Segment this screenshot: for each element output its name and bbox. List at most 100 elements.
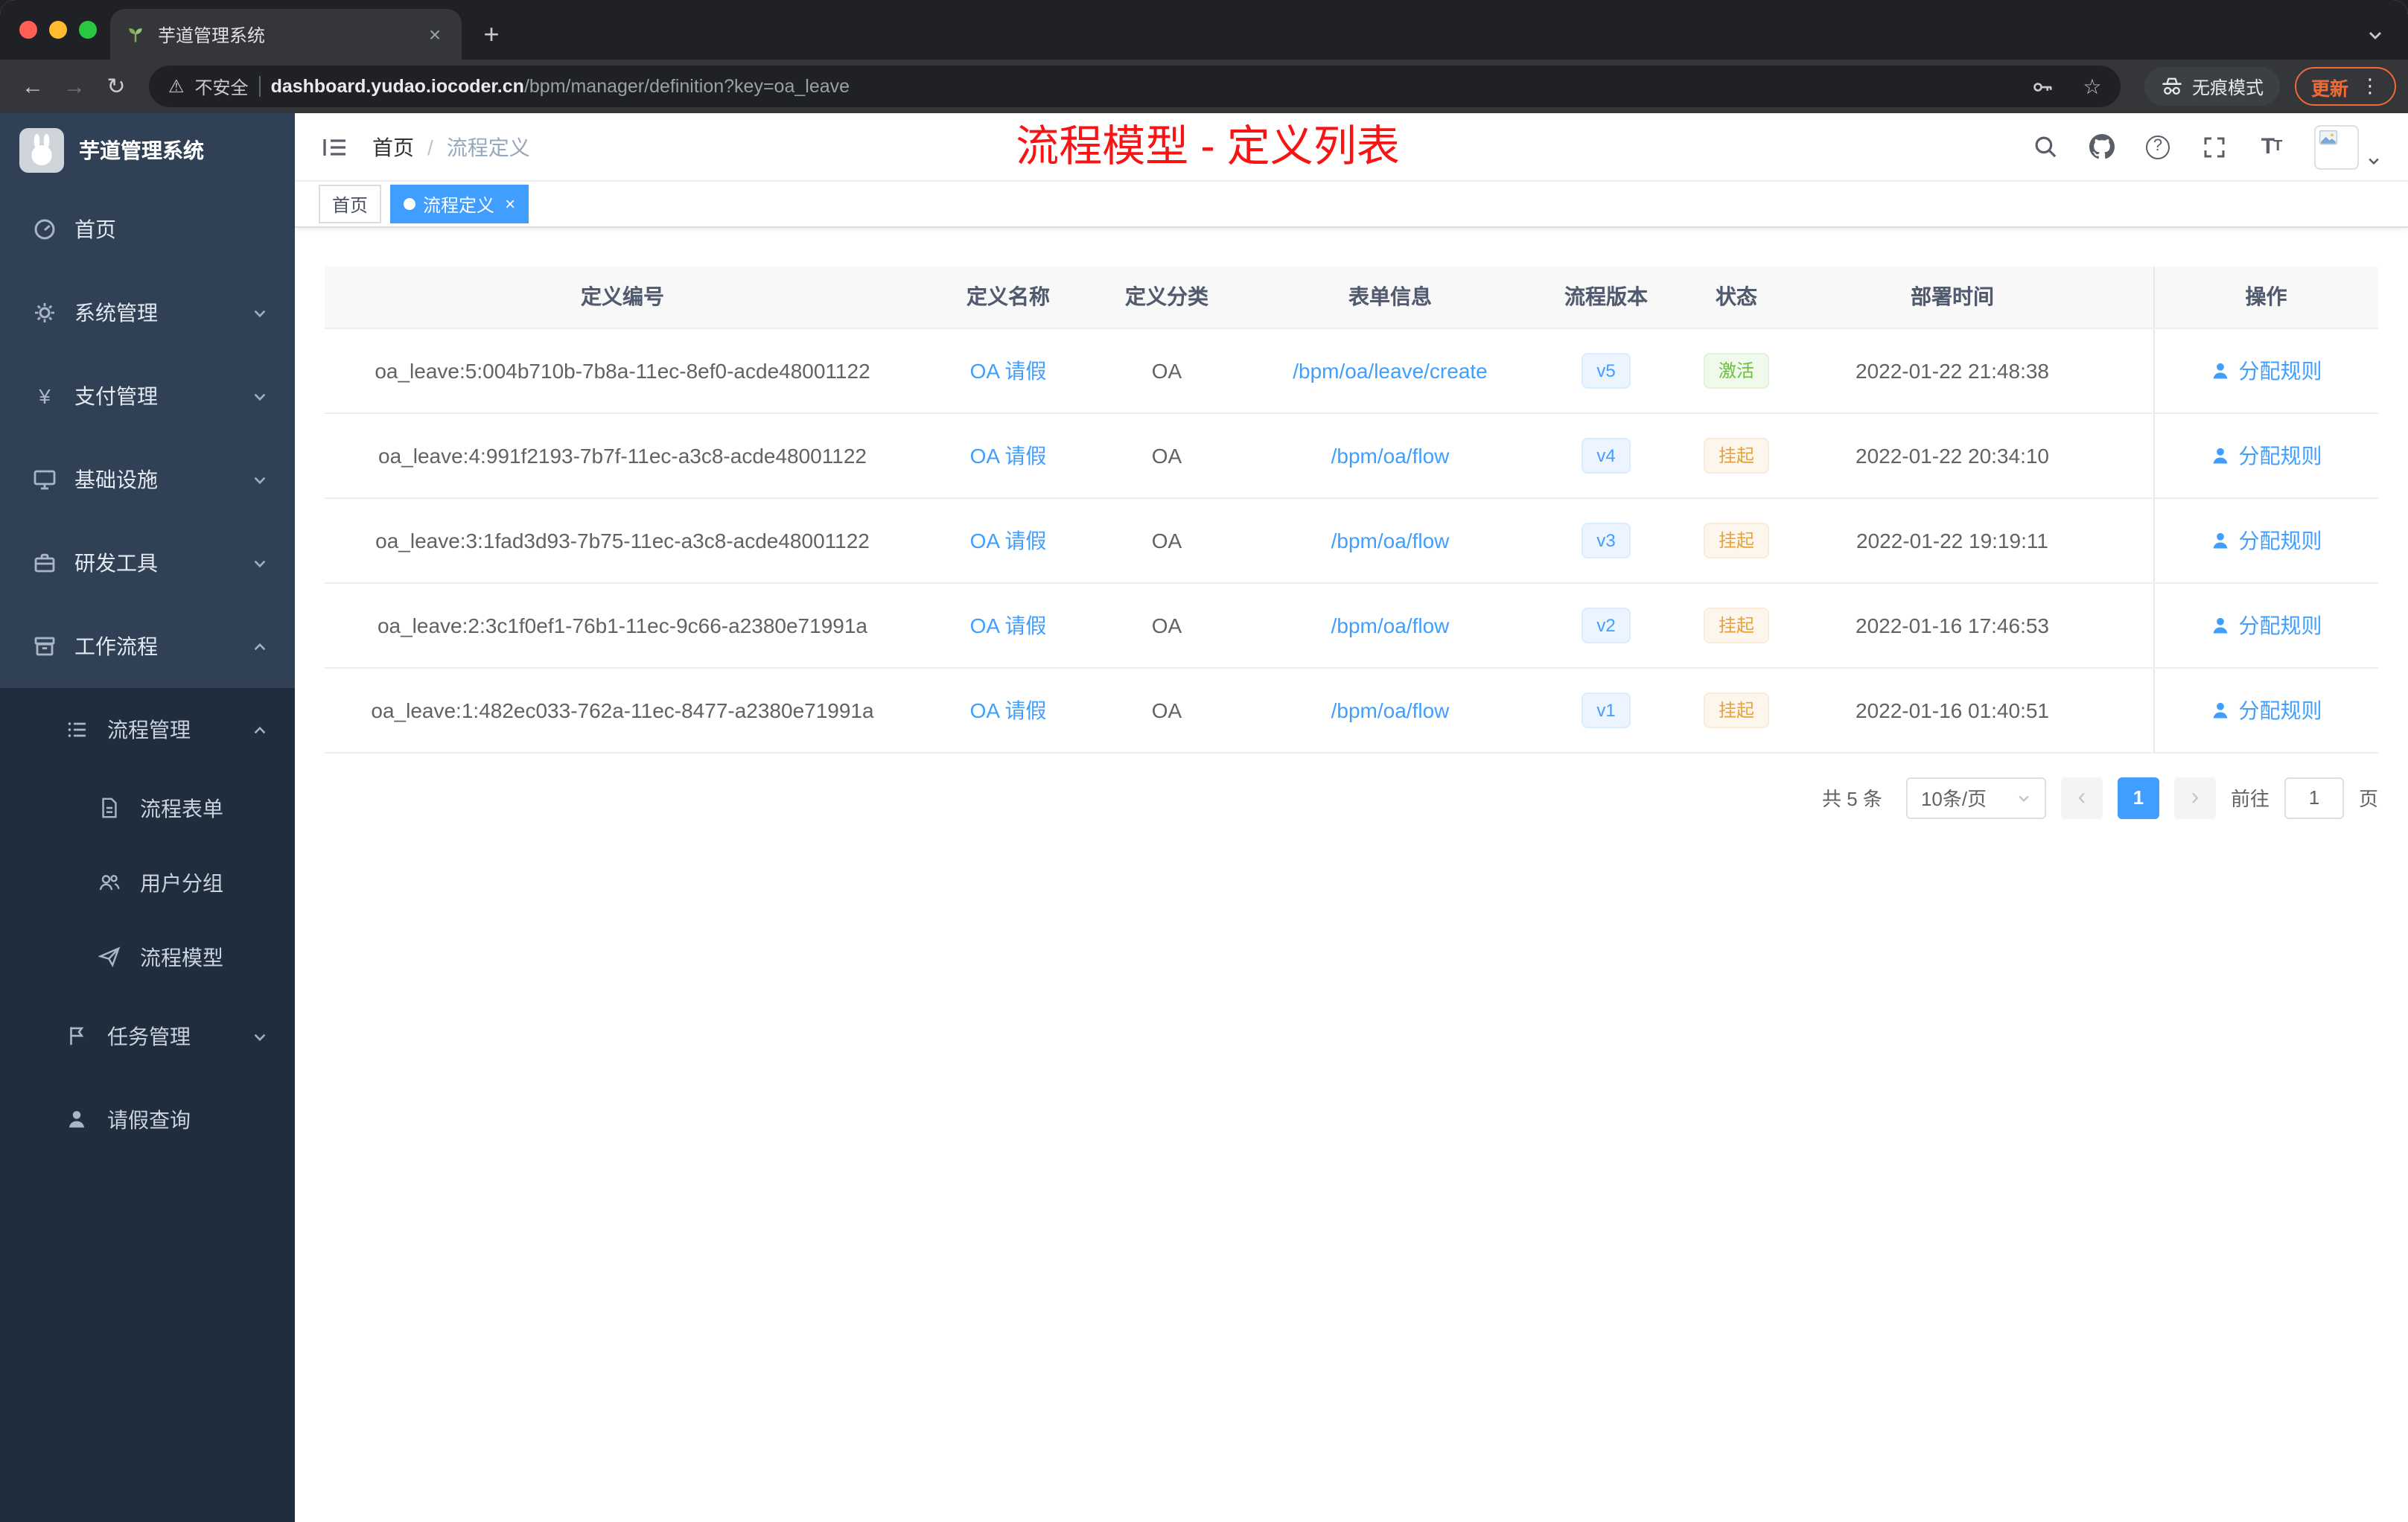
spacer-cell	[2101, 497, 2153, 583]
person-icon	[2211, 699, 2232, 720]
form-info-link[interactable]: /bpm/oa/flow	[1331, 613, 1450, 637]
breadcrumb-current: 流程定义	[446, 135, 530, 159]
update-label[interactable]: 更新	[2311, 72, 2348, 101]
back-button[interactable]: ←	[12, 66, 54, 107]
minimize-window-button[interactable]	[49, 21, 67, 39]
form-info-link[interactable]: /bpm/oa/flow	[1331, 443, 1450, 467]
goto-prefix: 前往	[2230, 788, 2270, 810]
next-page-button[interactable]: ›	[2173, 777, 2216, 818]
sidebar-item-leave-query[interactable]: 请假查询	[0, 1078, 295, 1162]
help-icon[interactable]: ?	[2144, 133, 2171, 160]
chevron-down-icon	[252, 388, 268, 404]
assign-rule-link[interactable]: 分配规则	[2211, 695, 2322, 725]
person-icon	[2211, 445, 2232, 465]
goto-page-input[interactable]	[2284, 777, 2344, 818]
browser-tab[interactable]: 芋道管理系统 ×	[110, 9, 462, 60]
tag-close-icon[interactable]: ×	[505, 194, 515, 214]
caret-down-icon	[2366, 153, 2381, 169]
form-info-link[interactable]: /bpm/oa/flow	[1331, 698, 1450, 722]
yen-icon: ¥	[39, 384, 51, 408]
reload-button[interactable]: ↻	[95, 66, 137, 107]
browser-update-button[interactable]: 更新 ⋮	[2294, 67, 2396, 106]
breadcrumb: 首页 / 流程定义	[372, 132, 530, 162]
monitor-icon	[33, 468, 57, 491]
tag-process-definition[interactable]: 流程定义 ×	[390, 185, 529, 223]
sidebar-item-task-management[interactable]: 任务管理	[0, 995, 295, 1078]
browser-menu-icon[interactable]: ⋮	[2360, 74, 2380, 98]
sidebar-item-workflow[interactable]: 工作流程	[0, 605, 295, 688]
prev-page-button[interactable]: ‹	[2060, 777, 2103, 818]
search-icon[interactable]	[2031, 133, 2058, 160]
omnibox-divider	[258, 76, 261, 97]
tag-home[interactable]: 首页	[319, 185, 382, 223]
table-header-row: 定义编号 定义名称 定义分类 表单信息 流程版本 状态 部署时间 操作	[325, 267, 2378, 328]
form-info-link[interactable]: /bpm/oa/flow	[1331, 528, 1450, 552]
definition-name-link[interactable]: OA 请假	[970, 613, 1047, 637]
definition-id: oa_leave:4:991f2193-7b7f-11ec-a3c8-acde4…	[325, 413, 920, 498]
font-size-icon[interactable]: TT	[2258, 133, 2284, 160]
table-row: oa_leave:2:3c1f0ef1-76b1-11ec-9c66-a2380…	[325, 582, 2378, 668]
assign-rule-link[interactable]: 分配规则	[2211, 610, 2322, 640]
site-favicon-icon	[125, 24, 146, 45]
form-info-link[interactable]: /bpm/oa/leave/create	[1293, 358, 1488, 382]
status-badge: 挂起	[1703, 437, 1769, 473]
security-label[interactable]: 不安全	[195, 74, 249, 99]
list-icon	[66, 718, 89, 742]
toolbox-icon	[33, 551, 57, 575]
zoom-window-button[interactable]	[79, 21, 97, 39]
version-badge: v3	[1582, 522, 1631, 558]
table-row: oa_leave:4:991f2193-7b7f-11ec-a3c8-acde4…	[325, 413, 2378, 498]
assign-rule-link[interactable]: 分配规则	[2211, 440, 2322, 470]
sidebar-collapse-icon[interactable]	[313, 124, 357, 169]
tab-close-icon[interactable]: ×	[423, 22, 447, 46]
close-window-button[interactable]	[19, 21, 37, 39]
column-definition-category: 定义分类	[1096, 267, 1238, 328]
tab-strip: 芋道管理系统 × +	[0, 0, 2408, 60]
avatar[interactable]	[2314, 124, 2359, 169]
new-tab-button[interactable]: +	[471, 13, 512, 55]
breadcrumb-home[interactable]: 首页	[372, 132, 414, 162]
spacer-cell	[2101, 413, 2153, 498]
user-menu[interactable]	[2314, 124, 2381, 169]
forward-button[interactable]: →	[54, 66, 95, 107]
deploy-time: 2022-01-22 20:34:10	[1803, 413, 2101, 498]
assign-rule-link[interactable]: 分配规则	[2211, 355, 2322, 385]
sidebar-item-user-group[interactable]: 用户分组	[0, 846, 295, 920]
definition-category: OA	[1096, 667, 1238, 753]
sidebar-item-system[interactable]: 系统管理	[0, 271, 295, 354]
bookmark-star-icon[interactable]: ☆	[2073, 69, 2112, 104]
sidebar-item-process-management[interactable]: 流程管理	[0, 688, 295, 771]
sidebar-item-dev-tools[interactable]: 研发工具	[0, 521, 295, 605]
sidebar-item-process-model[interactable]: 流程模型	[0, 920, 295, 995]
definition-name-link[interactable]: OA 请假	[970, 358, 1047, 382]
incognito-label: 无痕模式	[2191, 77, 2264, 98]
address-bar[interactable]: ⚠ 不安全 dashboard.yudao.iocoder.cn/bpm/man…	[149, 66, 2121, 107]
sidebar-item-payment[interactable]: ¥ 支付管理	[0, 354, 295, 438]
spacer-cell	[2101, 582, 2153, 668]
password-key-icon[interactable]	[2024, 69, 2063, 104]
column-process-version: 流程版本	[1543, 267, 1669, 328]
page-1-button[interactable]: 1	[2117, 777, 2159, 818]
column-form-info: 表单信息	[1238, 267, 1543, 328]
page-annotation-title: 流程模型 - 定义列表	[1016, 124, 1400, 171]
tab-search-chevron-icon[interactable]	[2366, 27, 2384, 45]
definition-category: OA	[1096, 413, 1238, 498]
assign-rule-link[interactable]: 分配规则	[2211, 525, 2322, 555]
sidebar-item-label: 流程表单	[140, 797, 223, 821]
active-tag-dot	[404, 198, 416, 210]
github-icon[interactable]	[2088, 133, 2115, 160]
sidebar-item-label: 任务管理	[107, 1025, 191, 1048]
definition-name-link[interactable]: OA 请假	[970, 698, 1047, 722]
sidebar-item-process-form[interactable]: 流程表单	[0, 771, 295, 846]
page-size-select[interactable]: 10条/页	[1905, 777, 2046, 818]
sidebar-item-home[interactable]: 首页	[0, 188, 295, 271]
definition-table: 定义编号 定义名称 定义分类 表单信息 流程版本 状态 部署时间 操作 oa_l…	[325, 267, 2378, 753]
definition-name-link[interactable]: OA 请假	[970, 528, 1047, 552]
paper-plane-icon	[98, 946, 122, 969]
definition-name-link[interactable]: OA 请假	[970, 443, 1047, 467]
url-text[interactable]: dashboard.yudao.iocoder.cn/bpm/manager/d…	[271, 76, 2013, 97]
fullscreen-icon[interactable]	[2201, 133, 2228, 160]
archive-box-icon	[33, 634, 57, 658]
sidebar-item-label: 流程模型	[140, 946, 223, 969]
sidebar-item-infrastructure[interactable]: 基础设施	[0, 438, 295, 521]
